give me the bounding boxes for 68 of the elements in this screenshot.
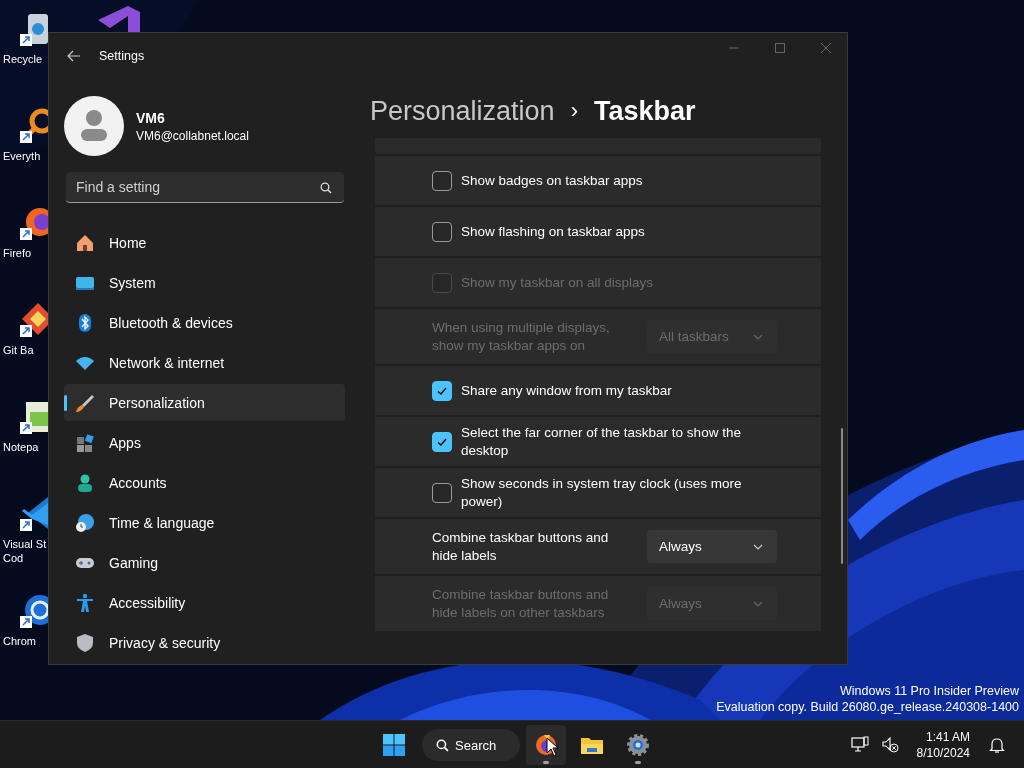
nav-item[interactable]: Privacy & security [64,624,345,661]
checkbox[interactable] [432,221,452,242]
nav-item[interactable]: Apps [64,424,345,461]
desktop-icon-label: Firefo [2,246,33,260]
setting-label: Combine taskbar buttons and hide labels [432,528,610,565]
taskbar-app[interactable] [526,725,566,765]
desktop-icon-label: Visual St Cod [2,537,48,565]
search-icon[interactable] [320,182,332,194]
nav-item[interactable]: Accounts [64,464,345,501]
nav-icon [75,432,95,453]
scrollbar-thumb[interactable] [841,428,843,564]
desktop-icon-label: Everyth [2,149,42,163]
checkbox-label: Show my taskbar on all displays [461,273,655,292]
nav-item[interactable]: Gaming [64,544,345,581]
nav-icon [75,472,95,493]
search-field[interactable]: Find a setting [66,172,344,203]
checkbox[interactable] [432,380,452,401]
desktop-icon-label: Notepa [2,440,40,454]
edition-text: Windows 11 Pro Insider Preview [840,683,1019,699]
nav-icon [75,232,95,253]
speaker-muted-icon[interactable] [880,735,899,754]
checkbox-label: Show flashing on taskbar apps [461,222,646,241]
app-icon [626,733,650,757]
network-icon[interactable] [850,735,869,754]
checkbox-label: Share any window from my taskbar [461,381,673,400]
nav-item[interactable]: Accessibility [64,584,345,621]
nav-item[interactable]: Personalization [64,384,345,421]
account-name: VM6 [136,109,166,126]
nav-icon [75,392,95,413]
checkbox-label: Show badges on taskbar apps [461,171,644,190]
desktop-icon-label: Chrom [2,634,37,648]
breadcrumb-parent[interactable]: Personalization [370,95,555,127]
checkbox-label: Select the far corner of the taskbar to show the desktop [461,423,742,460]
nav-icon [75,512,95,533]
breadcrumb-separator: › [570,98,578,124]
checkbox[interactable] [432,482,452,503]
nav-item[interactable]: Time & language [64,504,345,541]
clock[interactable]: 1:41 AM 8/10/2024 [916,728,970,761]
desktop-icon-label: Recycle [2,52,44,66]
window-title: Settings [99,49,145,64]
start-icon[interactable] [382,733,406,757]
page-title: Taskbar [593,95,696,127]
taskbar-search[interactable]: Search [422,729,520,761]
avatar-icon [64,96,124,157]
checkbox[interactable] [432,431,452,452]
nav-item[interactable]: Home [64,224,345,261]
checkbox-label: Show seconds in system tray clock (uses more power) [461,474,743,511]
dropdown[interactable]: Always [647,530,777,563]
nav-item[interactable]: Bluetooth & devices [64,304,345,341]
nav-icon [75,632,95,653]
search-icon [436,738,449,752]
desktop-icon-label: Git Ba [2,343,35,357]
back-icon[interactable] [67,50,81,63]
checkbox[interactable] [432,170,452,191]
chevron-down-icon [753,600,763,607]
setting-label: When using multiple displays, show my taskbar apps on [432,318,611,355]
nav-item[interactable]: System [64,264,345,301]
cursor-icon [546,737,558,757]
setting-label: Combine taskbar buttons and hide labels on other taskbars [432,585,610,622]
nav-item[interactable]: Network & internet [64,344,345,381]
maximize-icon[interactable] [775,43,785,53]
account-email: VM6@collabnet.local [136,128,249,143]
edition-text: Evaluation copy. Build 26080.ge_release.240308-1400 [716,699,1019,715]
close-icon[interactable] [821,43,831,53]
chevron-down-icon [753,543,763,550]
notification-bell-icon[interactable] [988,735,1006,754]
chevron-down-icon [753,333,763,340]
nav-icon [75,592,95,613]
